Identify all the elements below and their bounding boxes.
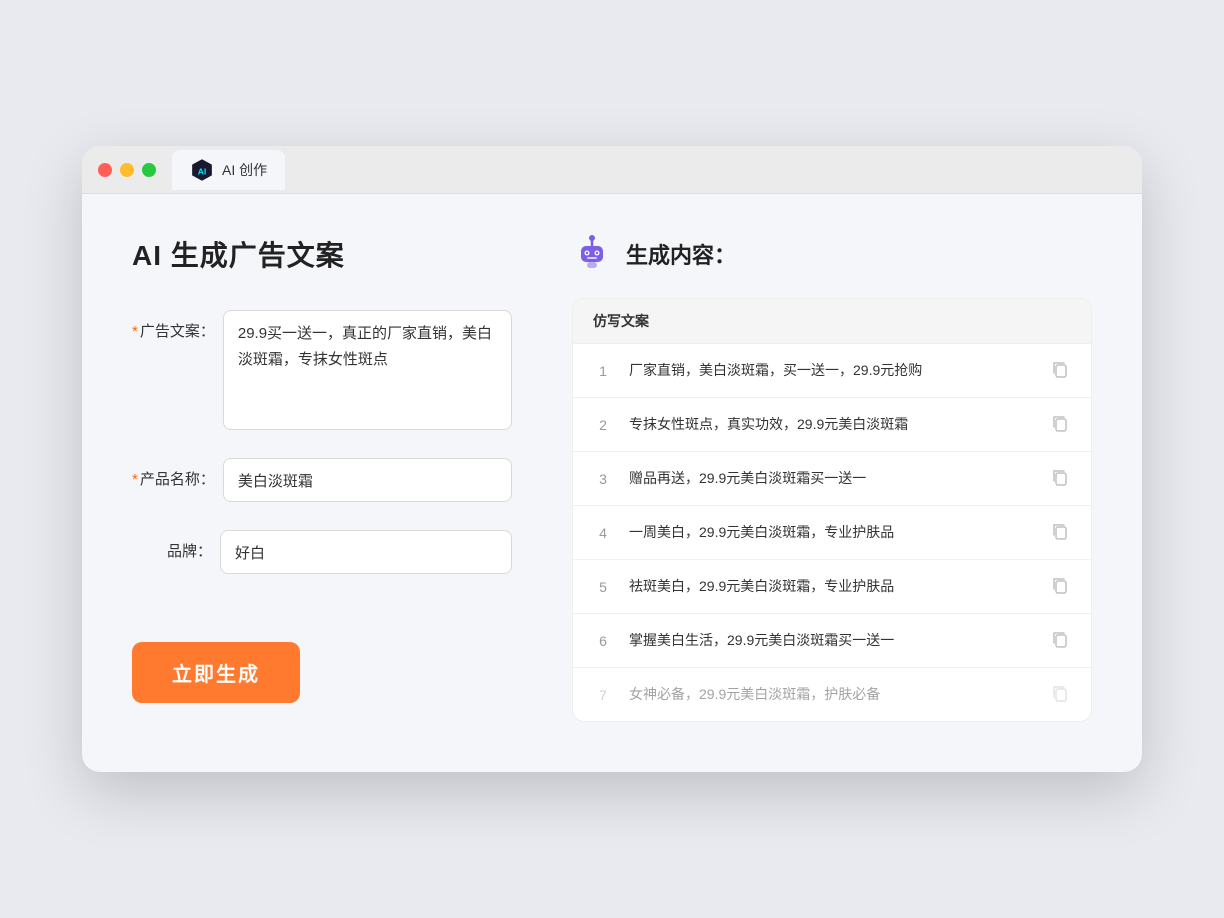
- ad-copy-input[interactable]: [223, 310, 512, 430]
- title-bar: AI AI 创作: [82, 146, 1142, 194]
- copy-button[interactable]: [1049, 574, 1071, 599]
- generate-button[interactable]: 立即生成: [132, 642, 300, 703]
- result-title: 生成内容：: [626, 238, 736, 270]
- result-header: 生成内容：: [572, 234, 1092, 274]
- brand-input[interactable]: [220, 530, 512, 574]
- row-text: 厂家直销，美白淡斑霜，买一送一，29.9元抢购: [629, 360, 1033, 381]
- copy-button[interactable]: [1049, 682, 1071, 707]
- traffic-lights: [98, 163, 156, 177]
- ad-copy-label: *广告文案：: [132, 310, 215, 341]
- results-container: 1 厂家直销，美白淡斑霜，买一送一，29.9元抢购 2 专抹女性斑点，真实功效，29…: [573, 344, 1091, 721]
- product-name-input[interactable]: [223, 458, 512, 502]
- row-number: 2: [593, 417, 613, 433]
- copy-button[interactable]: [1049, 358, 1071, 383]
- row-text: 一周美白，29.9元美白淡斑霜，专业护肤品: [629, 522, 1033, 543]
- result-table: 仿写文案 1 厂家直销，美白淡斑霜，买一送一，29.9元抢购 2 专抹女性斑点，真实…: [572, 298, 1092, 722]
- row-number: 7: [593, 687, 613, 703]
- copy-button[interactable]: [1049, 520, 1071, 545]
- copy-button[interactable]: [1049, 628, 1071, 653]
- ad-copy-row: *广告文案：: [132, 310, 512, 430]
- page-title: AI 生成广告文案: [132, 234, 512, 274]
- table-row: 3 赠品再送，29.9元美白淡斑霜买一送一: [573, 452, 1091, 506]
- main-content: AI 生成广告文案 *广告文案： *产品名称： 品牌： 立: [82, 194, 1142, 772]
- row-text: 赠品再送，29.9元美白淡斑霜买一送一: [629, 468, 1033, 489]
- copy-button[interactable]: [1049, 466, 1071, 491]
- product-name-label: *产品名称：: [132, 458, 215, 489]
- row-text: 女神必备，29.9元美白淡斑霜，护肤必备: [629, 684, 1033, 705]
- brand-row: 品牌：: [132, 530, 512, 574]
- table-row: 7 女神必备，29.9元美白淡斑霜，护肤必备: [573, 668, 1091, 721]
- table-row: 4 一周美白，29.9元美白淡斑霜，专业护肤品: [573, 506, 1091, 560]
- table-row: 5 祛斑美白，29.9元美白淡斑霜，专业护肤品: [573, 560, 1091, 614]
- table-row: 2 专抹女性斑点，真实功效，29.9元美白淡斑霜: [573, 398, 1091, 452]
- row-number: 3: [593, 471, 613, 487]
- right-panel: 生成内容： 仿写文案 1 厂家直销，美白淡斑霜，买一送一，29.9元抢购 2 专抹女…: [572, 234, 1092, 722]
- ai-tab-icon: AI: [190, 158, 214, 182]
- browser-window: AI AI 创作 AI 生成广告文案 *广告文案： *产品名称：: [82, 146, 1142, 772]
- close-button[interactable]: [98, 163, 112, 177]
- table-row: 6 掌握美白生活，29.9元美白淡斑霜买一送一: [573, 614, 1091, 668]
- ai-tab[interactable]: AI AI 创作: [172, 150, 285, 190]
- row-number: 1: [593, 363, 613, 379]
- robot-icon: [572, 234, 612, 274]
- svg-text:AI: AI: [198, 166, 207, 176]
- result-table-header: 仿写文案: [573, 299, 1091, 344]
- maximize-button[interactable]: [142, 163, 156, 177]
- brand-label: 品牌：: [132, 530, 212, 561]
- row-text: 祛斑美白，29.9元美白淡斑霜，专业护肤品: [629, 576, 1033, 597]
- row-number: 6: [593, 633, 613, 649]
- row-text: 专抹女性斑点，真实功效，29.9元美白淡斑霜: [629, 414, 1033, 435]
- ad-copy-required: *: [132, 323, 138, 340]
- tab-label: AI 创作: [222, 160, 267, 180]
- product-name-required: *: [132, 471, 138, 488]
- row-number: 4: [593, 525, 613, 541]
- row-number: 5: [593, 579, 613, 595]
- copy-button[interactable]: [1049, 412, 1071, 437]
- left-panel: AI 生成广告文案 *广告文案： *产品名称： 品牌： 立: [132, 234, 512, 703]
- table-row: 1 厂家直销，美白淡斑霜，买一送一，29.9元抢购: [573, 344, 1091, 398]
- row-text: 掌握美白生活，29.9元美白淡斑霜买一送一: [629, 630, 1033, 651]
- minimize-button[interactable]: [120, 163, 134, 177]
- product-name-row: *产品名称：: [132, 458, 512, 502]
